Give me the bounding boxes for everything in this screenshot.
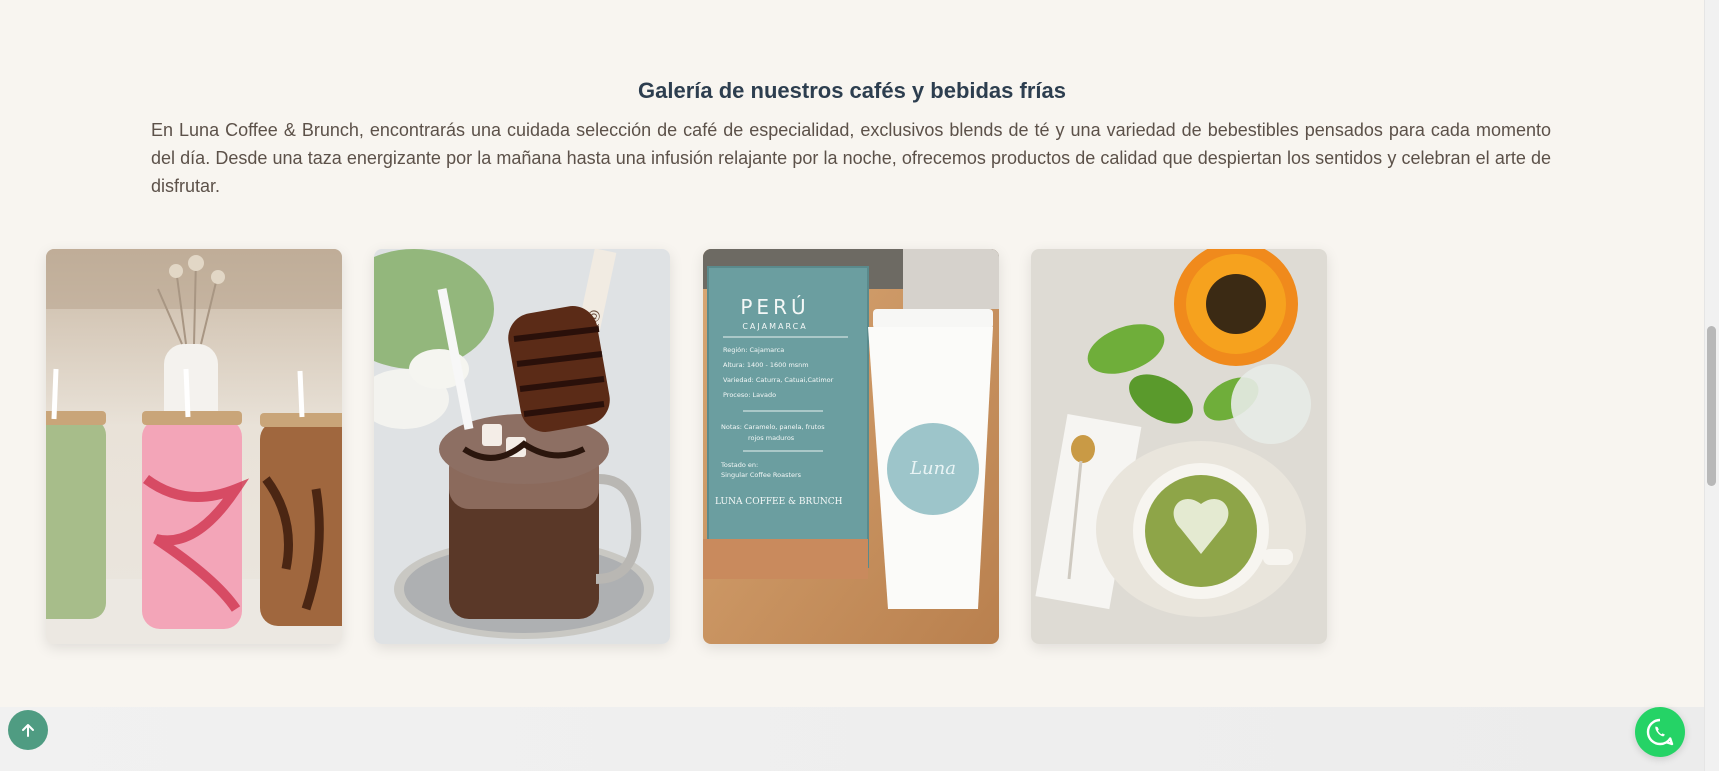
sign-title: PERÚ [740, 295, 809, 319]
peru-coffee-sign-photo: PERÚ CAJAMARCA Región: Cajamarca Altura:… [703, 249, 999, 644]
sign-line: Tostado en: [720, 461, 758, 469]
sign-footer: LUNA COFFEE & BRUNCH [715, 497, 843, 507]
sign-line: rojos maduros [748, 434, 795, 442]
sign-line: Altura: 1400 - 1600 msnm [723, 361, 809, 369]
sign-line: Variedad: Caturra, Catuai,Catimor [723, 376, 834, 384]
gallery-photo-chocolate-shake[interactable]: @lunacoffee [374, 249, 670, 644]
whatsapp-button[interactable] [1635, 707, 1685, 757]
scrollbar-thumb[interactable] [1707, 326, 1716, 486]
cup-logo: Luna [909, 458, 956, 479]
footer-band [0, 707, 1704, 771]
arrow-up-icon [22, 724, 34, 737]
sign-line: Notas: Caramelo, panela, frutos [721, 423, 825, 431]
sign-line: Región: Cajamarca [723, 346, 784, 354]
chocolate-shake-photo: @lunacoffee [374, 249, 670, 644]
scrollbar[interactable] [1704, 0, 1719, 771]
matcha-latte-sunflower-photo [1031, 249, 1327, 644]
gallery-photo-peru-coffee-sign[interactable]: PERÚ CAJAMARCA Región: Cajamarca Altura:… [703, 249, 999, 644]
gallery-photo-iced-drinks[interactable] [46, 249, 342, 644]
gallery-title: Galería de nuestros cafés y bebidas fría… [638, 78, 1066, 103]
page: Galería de nuestros cafés y bebidas fría… [0, 0, 1704, 771]
whatsapp-icon [1646, 718, 1674, 746]
iced-drinks-photo [46, 249, 342, 644]
sign-subtitle: CAJAMARCA [742, 322, 807, 331]
back-to-top-button[interactable] [8, 710, 48, 750]
sign-line: Proceso: Lavado [723, 391, 776, 399]
gallery-photo-matcha-latte[interactable] [1031, 249, 1327, 644]
sign-line: Singular Coffee Roasters [721, 471, 802, 479]
gallery-description: En Luna Coffee & Brunch, encontrarás una… [151, 120, 1551, 196]
